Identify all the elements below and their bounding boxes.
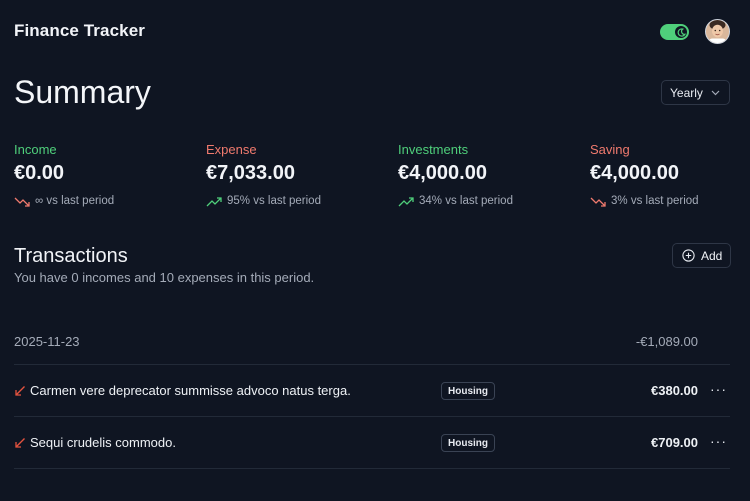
- period-select-value: Yearly: [670, 85, 703, 100]
- add-transaction-button[interactable]: Add: [672, 243, 731, 268]
- stat-investments: Investments €4,000.00 34% vs last period: [398, 142, 578, 207]
- expense-arrow-icon: [15, 386, 25, 396]
- chevron-down-icon: [711, 90, 720, 95]
- page-title: Summary: [14, 74, 151, 110]
- app-title: Finance Tracker: [14, 21, 145, 40]
- stat-value: €4,000.00: [398, 162, 487, 184]
- trend-up-icon: [206, 196, 222, 206]
- avatar-face-icon: [706, 20, 729, 43]
- transactions-title: Transactions: [14, 245, 128, 267]
- stat-change: 3% vs last period: [590, 195, 750, 207]
- stat-income: Income €0.00 ∞ vs last period: [14, 142, 194, 207]
- category-badge: Housing: [441, 382, 495, 400]
- trend-up-icon: [398, 196, 414, 206]
- transaction-description: Carmen vere deprecator summisse advoco n…: [30, 383, 351, 398]
- stat-change: 34% vs last period: [398, 195, 578, 207]
- stat-label: Income: [14, 142, 57, 157]
- toggle-knob: [675, 26, 687, 38]
- row-menu-button[interactable]: ···: [710, 381, 727, 397]
- stat-expense: Expense €7,033.00 95% vs last period: [206, 142, 386, 207]
- stat-change-text: ∞ vs last period: [35, 195, 115, 207]
- stat-change: ∞ vs last period: [14, 195, 194, 207]
- plus-circle-icon: [682, 249, 695, 262]
- transaction-amount: €380.00: [651, 383, 698, 398]
- stat-label: Investments: [398, 142, 469, 157]
- group-total: -€1,089.00: [635, 334, 698, 349]
- divider: [14, 416, 730, 417]
- stat-change-text: 3% vs last period: [611, 195, 699, 207]
- user-avatar[interactable]: [705, 19, 730, 44]
- trend-down-icon: [14, 197, 30, 207]
- transaction-description: Sequi crudelis commodo.: [30, 435, 176, 450]
- stat-label: Expense: [206, 142, 257, 157]
- moon-icon: [677, 27, 686, 37]
- stat-value: €7,033.00: [206, 162, 295, 184]
- stat-change-text: 95% vs last period: [227, 195, 321, 207]
- period-select[interactable]: Yearly: [661, 80, 730, 105]
- trend-down-icon: [590, 197, 606, 207]
- stat-value: €0.00: [14, 162, 65, 184]
- add-button-label: Add: [701, 248, 723, 263]
- row-menu-button[interactable]: ···: [710, 433, 727, 449]
- divider: [14, 468, 730, 469]
- category-badge: Housing: [441, 434, 495, 452]
- group-date: 2025-11-23: [14, 334, 80, 349]
- stat-saving: Saving €4,000.00 3% vs last period: [590, 142, 750, 207]
- stat-change-text: 34% vs last period: [419, 195, 513, 207]
- transaction-amount: €709.00: [651, 435, 698, 450]
- stat-change: 95% vs last period: [206, 195, 386, 207]
- divider: [14, 364, 730, 365]
- stat-label: Saving: [590, 142, 630, 157]
- transactions-subtitle: You have 0 incomes and 10 expenses in th…: [14, 270, 315, 285]
- expense-arrow-icon: [15, 438, 25, 448]
- stat-value: €4,000.00: [590, 162, 679, 184]
- theme-toggle[interactable]: [660, 24, 689, 40]
